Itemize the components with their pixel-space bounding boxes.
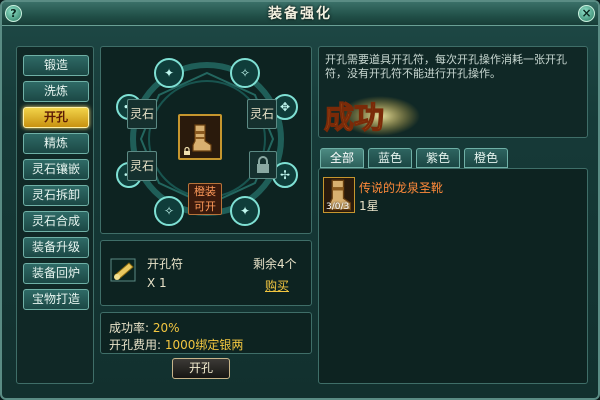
menu-item-recycle[interactable]: 装备回炉: [23, 263, 89, 284]
menu-item-upgrade[interactable]: 装备升级: [23, 237, 89, 258]
tab-purple[interactable]: 紫色: [416, 148, 460, 168]
socket-scroll-icon: [110, 258, 136, 282]
svg-text:✦: ✦: [240, 204, 250, 218]
socket-count: 3/0/3: [326, 202, 350, 212]
menu-item-socket[interactable]: 开孔: [23, 107, 89, 128]
notice-line-2: 可开: [194, 200, 216, 213]
socket-wheel: ✦✧ ✤✥ ✣✢ ✧✦ 灵石 灵石 灵石: [100, 46, 312, 234]
small-lock-icon: [184, 146, 190, 155]
menu-item-treasure[interactable]: 宝物打造: [23, 289, 89, 310]
menu-item-refine[interactable]: 精炼: [23, 133, 89, 154]
menu-item-gem-inlay[interactable]: 灵石镶嵌: [23, 159, 89, 180]
material-panel: 开孔符 X 1 剩余4个 购买: [100, 240, 312, 306]
menu-item-gem-remove[interactable]: 灵石拆卸: [23, 185, 89, 206]
tab-orange[interactable]: 橙色: [464, 148, 508, 168]
enhance-window: ? 装备强化 × 锻造 洗炼 开孔 精炼 灵石镶嵌 灵石拆卸 灵石合成 装备升级…: [0, 0, 600, 400]
window-title: 装备强化: [268, 6, 332, 22]
boot-icon: [192, 124, 212, 152]
close-button[interactable]: ×: [578, 5, 595, 22]
menu-item-wash[interactable]: 洗炼: [23, 81, 89, 102]
help-button[interactable]: ?: [5, 5, 22, 22]
svg-text:✥: ✥: [280, 100, 290, 114]
notice-line-1: 橙装: [194, 185, 216, 198]
fee-label: 开孔费用:: [109, 338, 162, 352]
material-remaining: 剩余4个: [253, 257, 297, 271]
tab-blue[interactable]: 蓝色: [368, 148, 412, 168]
success-rate-label: 成功率:: [109, 321, 150, 335]
equipment-slot[interactable]: [178, 114, 222, 160]
list-item-name: 传说的龙泉圣靴: [359, 181, 444, 195]
list-item-star: 1星: [359, 199, 379, 213]
equipment-list: 3/0/3 传说的龙泉圣靴 1星: [318, 168, 588, 384]
tab-all[interactable]: 全部: [320, 148, 364, 168]
cost-panel: 成功率: 20% 开孔费用: 1000绑定银两: [100, 312, 312, 354]
description-text: 开孔需要道具开孔符，每次开孔操作消耗一张开孔符，没有开孔符不能进行开孔操作。: [325, 53, 567, 80]
fee-row: 开孔费用: 1000绑定银两: [109, 336, 243, 353]
locked-slot[interactable]: [249, 151, 277, 179]
list-item[interactable]: 3/0/3 传说的龙泉圣靴 1星: [319, 169, 587, 219]
material-quantity: X 1: [147, 276, 167, 290]
gem-slot-top-left[interactable]: 灵石: [127, 99, 157, 129]
menu-item-gem-combine[interactable]: 灵石合成: [23, 211, 89, 232]
menu-item-forge[interactable]: 锻造: [23, 55, 89, 76]
material-name: 开孔符: [147, 257, 184, 271]
list-item-icon: 3/0/3: [323, 177, 355, 213]
gem-slot-top-right[interactable]: 灵石: [247, 99, 277, 129]
svg-text:✧: ✧: [240, 66, 250, 80]
svg-text:✦: ✦: [164, 66, 174, 80]
success-banner: 成功: [323, 96, 420, 137]
success-text: 成功: [324, 101, 384, 136]
orange-gear-notice: 橙装 可开: [188, 183, 222, 215]
gem-slot-left[interactable]: 灵石: [127, 151, 157, 181]
buy-link[interactable]: 购买: [265, 277, 289, 294]
svg-text:✢: ✢: [280, 168, 290, 182]
success-rate-row: 成功率: 20%: [109, 319, 180, 336]
title-bar: ? 装备强化 ×: [2, 2, 598, 26]
open-socket-button[interactable]: 开孔: [172, 358, 230, 379]
success-rate-value: 20%: [152, 321, 180, 335]
fee-value: 1000绑定银两: [164, 338, 244, 352]
svg-text:✧: ✧: [164, 204, 174, 218]
lock-icon: [257, 156, 269, 173]
function-menu: 锻造 洗炼 开孔 精炼 灵石镶嵌 灵石拆卸 灵石合成 装备升级 装备回炉 宝物打…: [16, 46, 94, 384]
